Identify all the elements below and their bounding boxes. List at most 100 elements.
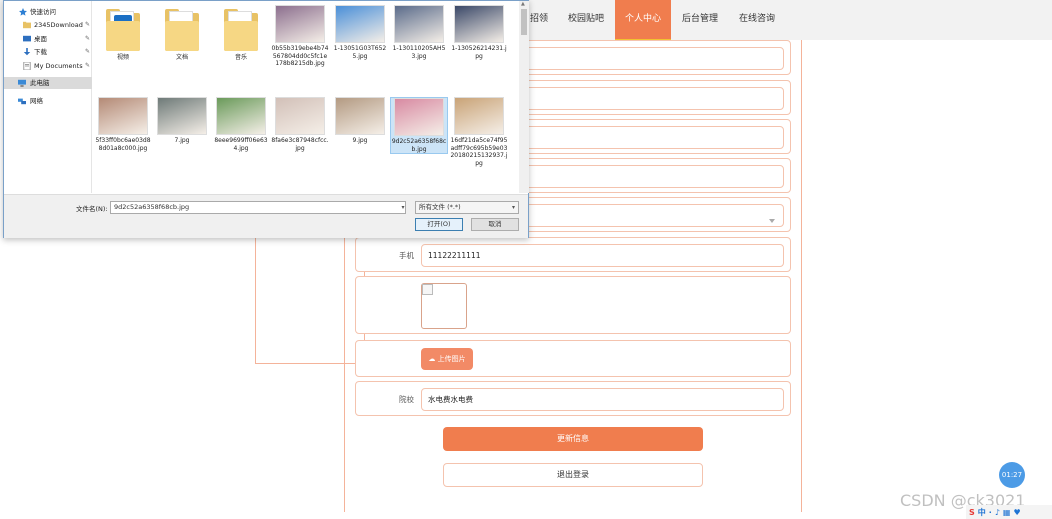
file-name: 5f33ff0bc6ae03d88d01a8c000.jpg: [95, 137, 151, 152]
image-thumbnail: [335, 97, 385, 135]
sidebar-item-label: 2345Download: [34, 21, 83, 29]
file-item[interactable]: 视频: [94, 5, 152, 62]
form-row-avatar: [355, 276, 791, 334]
file-item[interactable]: 5f33ff0bc6ae03d88d01a8c000.jpg: [94, 97, 152, 152]
file-item[interactable]: 1-130110205AH53.jpg: [390, 5, 448, 60]
file-item[interactable]: 0b55b319ebe4b74567804dd0c5fc1e178b8215db…: [271, 5, 329, 68]
image-thumbnail: [275, 97, 325, 135]
file-name: 8fa6e3c87948cfcc.jpg: [271, 137, 329, 152]
microphone-icon[interactable]: ♪: [995, 508, 1000, 517]
sogou-icon[interactable]: S: [969, 508, 975, 517]
update-info-button[interactable]: 更新信息: [443, 427, 703, 451]
image-thumbnail: [335, 5, 385, 43]
skin-icon[interactable]: ♥: [1013, 508, 1020, 517]
file-name: 1-130526214231.jpg: [451, 45, 507, 60]
file-item[interactable]: 8fa6e3c87948cfcc.jpg: [271, 97, 329, 152]
star-icon: [19, 8, 27, 16]
image-thumbnail: [216, 97, 266, 135]
logout-button[interactable]: 退出登录: [443, 463, 703, 487]
nav-item-forum[interactable]: 校园贴吧: [562, 0, 610, 40]
file-type-value: 所有文件 (*.*): [419, 203, 461, 211]
file-item[interactable]: 9d2c52a6358f68cb.jpg: [390, 97, 448, 154]
file-name: 0b55b319ebe4b74567804dd0c5fc1e178b8215db…: [271, 45, 329, 67]
image-thumbnail: [394, 5, 444, 43]
image-thumbnail: [275, 5, 325, 43]
avatar-image-placeholder: [421, 283, 467, 329]
open-button[interactable]: 打开(O): [415, 218, 463, 231]
file-list: 视频 文档 音乐 0b55b319ebe4b74567804dd0c5fc1e178b…: [94, 1, 518, 193]
image-thumbnail: [394, 98, 444, 136]
image-thumbnail: [98, 97, 148, 135]
sidebar-item-this-pc[interactable]: 此电脑: [4, 77, 92, 89]
school-label: 院校: [399, 395, 414, 404]
upload-image-button[interactable]: ☁ 上传图片: [421, 348, 473, 370]
pin-icon: ✎: [84, 21, 90, 28]
file-item[interactable]: 16df21da5ce74f95adff79c695b59e0320180215…: [450, 97, 508, 167]
file-name: 9d2c52a6358f68cb.jpg: [391, 138, 447, 153]
file-item[interactable]: 1-13051G03T6525.jpg: [331, 5, 389, 60]
form-row-upload: ☁ 上传图片: [355, 340, 791, 377]
desktop-icon: [23, 35, 31, 42]
file-type-select[interactable]: 所有文件 (*.*) ▾: [415, 201, 519, 214]
folder-icon: [165, 7, 199, 51]
filename-dropdown-icon[interactable]: ▾: [399, 201, 407, 214]
vertical-scrollbar[interactable]: ▲: [519, 1, 529, 193]
right-border-line: [801, 40, 802, 512]
file-item[interactable]: 文档: [153, 5, 211, 62]
phone-input[interactable]: 11122211111: [421, 244, 784, 267]
scroll-up-icon[interactable]: ▲: [521, 1, 525, 7]
file-item[interactable]: 7.jpg: [153, 97, 211, 145]
file-item[interactable]: 1-130526214231.jpg: [450, 5, 508, 60]
sidebar-item-quick-access[interactable]: 快速访问: [4, 6, 92, 18]
sidebar-item-label: My Documents: [34, 62, 83, 70]
sidebar-item-label: 桌面: [34, 35, 47, 43]
file-name: 8eee9699ff06e634.jpg: [214, 137, 268, 152]
filename-label: 文件名(N):: [76, 205, 108, 213]
sidebar-item-network[interactable]: 网络: [4, 95, 92, 107]
sidebar-item-label: 快速访问: [30, 8, 56, 16]
upload-button-label: 上传图片: [437, 355, 466, 363]
folder-icon: [224, 7, 258, 51]
chevron-down-icon: [769, 219, 775, 223]
ime-toolbar[interactable]: S 中 · ♪ ▦ ♥: [966, 505, 1052, 519]
timer-badge[interactable]: 01:27: [999, 462, 1025, 488]
sidebar-item-label: 网络: [30, 97, 43, 105]
folder-icon: [23, 21, 31, 29]
cancel-button[interactable]: 取消: [471, 218, 519, 231]
school-input[interactable]: 水电费水电费: [421, 388, 784, 411]
file-name: 视频: [116, 54, 129, 61]
sidebar-item-label: 此电脑: [30, 79, 50, 87]
file-item[interactable]: 9.jpg: [331, 97, 389, 145]
nav-item-personal-center[interactable]: 个人中心: [615, 0, 671, 43]
chevron-down-icon: ▾: [511, 204, 515, 211]
network-icon: [18, 98, 26, 105]
file-item[interactable]: 8eee9699ff06e634.jpg: [212, 97, 270, 152]
file-name: 1-130110205AH53.jpg: [392, 45, 446, 60]
form-row-phone: 手机 11122211111: [355, 237, 791, 272]
form-row-school: 院校 水电费水电费: [355, 381, 791, 416]
nav-item-online-consult[interactable]: 在线咨询: [730, 0, 784, 40]
sidebar-item-my-documents[interactable]: My Documents ✎: [4, 60, 92, 72]
file-name: 7.jpg: [174, 137, 190, 144]
file-open-dialog: 快速访问 2345Download ✎ 桌面 ✎ 下载 ✎ My Documen…: [3, 0, 529, 238]
documents-icon: [23, 62, 31, 70]
folder-icon: [106, 7, 140, 51]
sidebar-item-2345download[interactable]: 2345Download ✎: [4, 19, 92, 31]
computer-icon: [18, 79, 26, 87]
dialog-bottom-bar: 文件名(N): 9d2c52a6358f68cb.jpg ▾ 所有文件 (*.*…: [4, 194, 528, 238]
file-name: 9.jpg: [352, 137, 368, 144]
pin-icon: ✎: [84, 62, 90, 69]
phone-label: 手机: [399, 251, 414, 260]
image-thumbnail: [454, 5, 504, 43]
keyboard-icon[interactable]: ▦: [1003, 508, 1011, 517]
scrollbar-thumb[interactable]: [521, 9, 527, 35]
ime-punctuation[interactable]: ·: [989, 508, 992, 517]
sidebar-item-downloads[interactable]: 下载 ✎: [4, 46, 92, 58]
nav-item-admin[interactable]: 后台管理: [674, 0, 726, 40]
filename-input[interactable]: 9d2c52a6358f68cb.jpg: [110, 201, 406, 214]
pin-icon: ✎: [84, 35, 90, 42]
file-item[interactable]: 音乐: [212, 5, 270, 62]
file-name: 16df21da5ce74f95adff79c695b59e0320180215…: [450, 137, 508, 167]
ime-chinese-mode[interactable]: 中: [978, 507, 986, 518]
sidebar-item-desktop[interactable]: 桌面 ✎: [4, 33, 92, 45]
